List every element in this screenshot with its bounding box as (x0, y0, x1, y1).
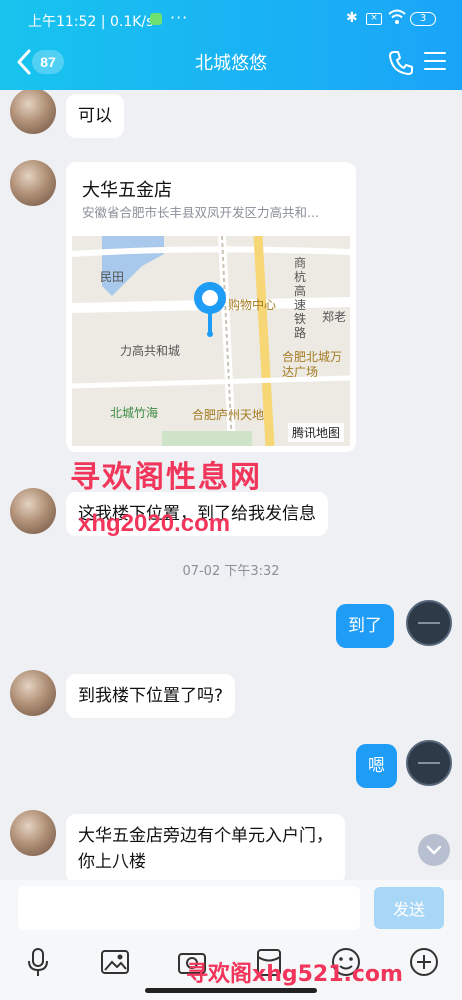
sim-icon: × (366, 13, 382, 25)
sent-message[interactable]: 到了 (336, 604, 394, 648)
app-notification-icon (150, 13, 162, 25)
chat-header: 上午11:52 | 0.1K/s ··· ✱ × 3 87 北城悠悠 (0, 0, 462, 90)
map-label: 民田 (100, 270, 125, 284)
status-time: 上午11:52 | 0.1K/s (28, 14, 154, 30)
status-bar: 上午11:52 | 0.1K/s ··· ✱ × 3 (0, 0, 462, 38)
contact-avatar[interactable] (10, 810, 56, 856)
phone-icon[interactable] (388, 50, 414, 76)
wifi-icon (388, 9, 406, 24)
message-line: 你上八楼 (78, 852, 146, 872)
image-icon[interactable] (99, 946, 131, 978)
menu-icon[interactable] (424, 52, 446, 72)
map-provider-logo: 腾讯地图 (287, 423, 344, 442)
map-label: 合肥北城万达广场 (282, 350, 343, 379)
scroll-to-bottom-button[interactable] (418, 834, 450, 866)
user-avatar[interactable] (406, 600, 452, 646)
map-label: 郑老 (322, 310, 347, 324)
microphone-icon[interactable] (22, 946, 54, 978)
plus-icon[interactable] (408, 946, 440, 978)
home-indicator[interactable] (145, 988, 317, 993)
sent-message[interactable]: 嗯 (356, 744, 397, 788)
user-avatar[interactable] (406, 740, 452, 786)
received-message[interactable]: 大华五金店旁边有个单元入户门， 你上八楼 (66, 814, 345, 880)
watermark-footer: 寻欢阁xhg521.com (186, 962, 403, 987)
map-label: 商杭高速铁路 (294, 256, 307, 340)
location-address: 安徽省合肥市长丰县双凤开发区力高共和... (82, 205, 319, 220)
send-button[interactable]: 发送 (374, 887, 444, 929)
message-input[interactable] (18, 886, 360, 930)
received-message[interactable]: 到我楼下位置了吗? (66, 674, 236, 718)
contact-avatar[interactable] (10, 670, 56, 716)
battery-icon: 3 (410, 12, 436, 26)
contact-avatar[interactable] (10, 90, 56, 134)
bluetooth-icon: ✱ (346, 10, 358, 26)
contact-avatar[interactable] (10, 160, 56, 206)
message-timestamp: 07-02 下午3:32 (182, 564, 280, 579)
contact-avatar[interactable] (10, 488, 56, 534)
watermark-url: xhg2020.com (78, 510, 231, 537)
watermark-text: 寻欢阁性息网 (70, 460, 262, 495)
location-card[interactable]: 大华五金店 安徽省合肥市长丰县双凤开发区力高共和... 民田 购物中心 商杭高速… (66, 162, 356, 452)
location-map[interactable]: 民田 购物中心 商杭高速铁路 郑老 力高共和城 合肥北城万达广场 北城竹海 合肥… (72, 236, 350, 446)
location-pin-icon (194, 282, 226, 337)
map-label: 北城竹海 (110, 406, 159, 420)
chevron-down-icon (426, 845, 442, 855)
location-name: 大华五金店 (82, 180, 172, 201)
map-label: 购物中心 (228, 298, 277, 312)
map-label: 力高共和城 (120, 344, 181, 358)
message-line: 大华五金店旁边有个单元入户门， (78, 826, 333, 846)
map-label: 合肥庐州天地 (192, 408, 265, 422)
received-message[interactable]: 可以 (66, 94, 124, 138)
more-notifications-icon: ··· (170, 8, 189, 27)
